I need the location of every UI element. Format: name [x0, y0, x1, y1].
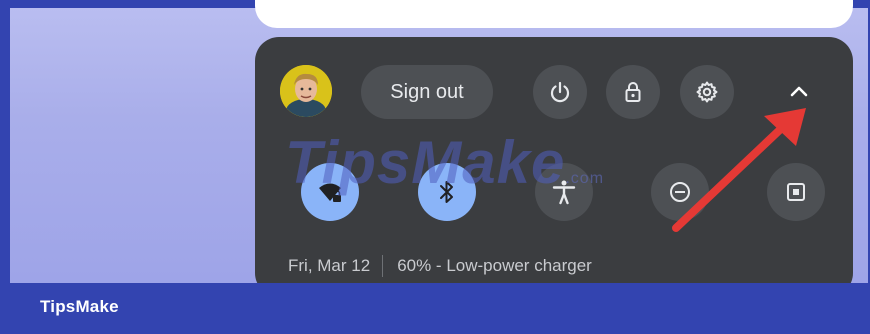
power-icon — [550, 81, 570, 103]
date-label[interactable]: Fri, Mar 12 — [288, 256, 370, 276]
sign-out-label: Sign out — [390, 80, 464, 103]
collapse-button[interactable] — [779, 72, 819, 112]
do-not-disturb-tile[interactable] — [651, 163, 709, 221]
footer-band — [0, 283, 870, 334]
settings-button[interactable] — [680, 65, 734, 119]
battery-status[interactable]: 60% - Low-power charger — [397, 256, 592, 276]
watermark-suffix: .com — [565, 170, 605, 187]
gear-icon — [696, 81, 718, 103]
watermark: TipsMake.com — [285, 128, 604, 197]
watermark-text: TipsMake — [285, 129, 566, 196]
lock-icon — [625, 82, 641, 102]
sign-out-button[interactable]: Sign out — [361, 65, 493, 119]
power-button[interactable] — [533, 65, 587, 119]
status-row: Fri, Mar 12 60% - Low-power charger — [288, 255, 592, 277]
lock-button[interactable] — [606, 65, 660, 119]
minus-circle-icon — [670, 182, 690, 202]
avatar[interactable] — [280, 65, 332, 117]
notification-card — [255, 0, 853, 28]
chevron-up-icon — [790, 86, 808, 97]
screen-capture-tile[interactable] — [767, 163, 825, 221]
status-divider — [382, 255, 384, 277]
footer-brand: TipsMake — [40, 297, 119, 316]
user-photo — [280, 65, 332, 117]
screen-capture-icon — [787, 183, 805, 201]
